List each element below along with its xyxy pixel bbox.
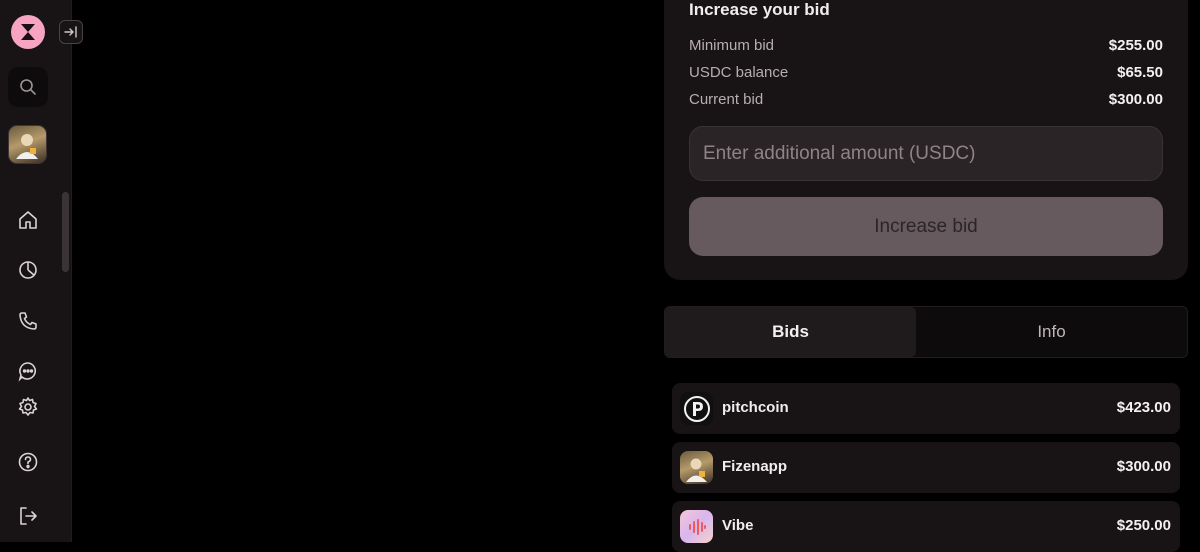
collapse-sidebar-button[interactable] <box>59 20 83 44</box>
phone-icon <box>19 312 37 330</box>
additional-amount-input[interactable] <box>689 126 1163 181</box>
minimum-bid-value: $255.00 <box>1108 37 1163 54</box>
nav-logout[interactable] <box>15 503 41 529</box>
bid-amount: $300.00 <box>1116 458 1171 475</box>
bidder-name: Fizenapp <box>722 458 788 475</box>
nav-messages[interactable] <box>15 358 41 384</box>
user-photo-icon <box>686 458 707 482</box>
nav-analytics[interactable] <box>15 257 41 283</box>
fizenapp-avatar <box>680 451 713 484</box>
search-button[interactable] <box>8 67 48 107</box>
current-bid-label: Current bid <box>689 91 764 108</box>
settings-icon <box>18 397 38 416</box>
nav-help[interactable] <box>15 449 41 475</box>
chat-icon <box>18 362 37 382</box>
help-icon <box>18 452 38 472</box>
bids-info-tabs: Bids Info <box>664 306 1188 358</box>
bid-row-pitchcoin[interactable]: pitchcoin $423.00 <box>672 383 1180 434</box>
tab-info[interactable]: Info <box>916 307 1187 357</box>
tab-bids[interactable]: Bids <box>665 307 916 357</box>
collapse-sidebar-icon <box>64 26 77 38</box>
app-logo[interactable] <box>11 15 45 49</box>
bidder-name: Vibe <box>722 517 754 534</box>
vibe-avatar <box>680 510 713 543</box>
user-photo-icon <box>16 134 38 159</box>
panel-title: Increase your bid <box>689 0 830 19</box>
sidebar <box>0 0 72 542</box>
pitchcoin-logo-icon <box>683 395 710 422</box>
bid-amount: $423.00 <box>1116 399 1171 416</box>
vibe-logo-icon <box>688 518 706 535</box>
nav-settings[interactable] <box>15 394 41 420</box>
profile-avatar[interactable] <box>8 125 47 164</box>
usdc-balance-label: USDC balance <box>689 64 789 81</box>
minimum-bid-label: Minimum bid <box>689 37 775 54</box>
search-icon <box>20 79 36 95</box>
usdc-balance-value: $65.50 <box>1117 64 1163 81</box>
bidder-name: pitchcoin <box>722 399 789 416</box>
nav-calls[interactable] <box>15 308 41 334</box>
logout-icon <box>20 507 37 525</box>
sidebar-scrollbar[interactable] <box>62 192 69 272</box>
current-bid-value: $300.00 <box>1108 91 1163 108</box>
bid-amount: $250.00 <box>1116 517 1171 534</box>
home-icon <box>19 211 37 229</box>
bid-row-fizenapp[interactable]: Fizenapp $300.00 <box>672 442 1180 493</box>
nav-home[interactable] <box>15 207 41 233</box>
pie-chart-icon <box>19 261 37 279</box>
bid-row-vibe[interactable]: Vibe $250.00 <box>672 501 1180 552</box>
increase-bid-button[interactable]: Increase bid <box>689 197 1163 256</box>
hourglass-logo-icon <box>21 24 35 40</box>
pitchcoin-avatar <box>680 392 713 425</box>
